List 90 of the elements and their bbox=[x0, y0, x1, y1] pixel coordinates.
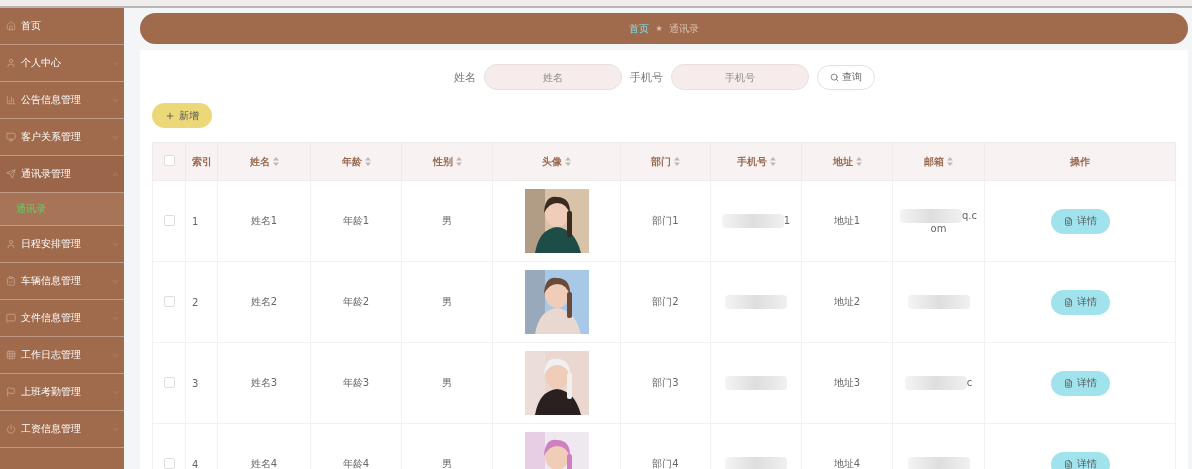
table-cell: 1 bbox=[192, 215, 199, 227]
column-header[interactable]: 地址 bbox=[801, 142, 893, 181]
home-icon bbox=[6, 21, 16, 31]
column-header[interactable]: 姓名 bbox=[217, 142, 311, 181]
column-header[interactable]: 性别 bbox=[401, 142, 493, 181]
document-icon bbox=[1063, 216, 1073, 226]
table-cell: 2 bbox=[192, 296, 199, 308]
table-cell: 年龄2 bbox=[342, 296, 370, 307]
search-field[interactable]: 手机号 bbox=[670, 64, 809, 90]
field-label: 姓名 bbox=[453, 69, 476, 85]
detail-button[interactable]: 详情 bbox=[1050, 370, 1110, 396]
breadcrumb-separator: ★ bbox=[655, 24, 663, 33]
checkbox[interactable] bbox=[163, 295, 175, 307]
sort-icon bbox=[565, 157, 571, 166]
add-button[interactable]: 新增 bbox=[152, 103, 212, 128]
table-cell: 地址4 bbox=[833, 458, 861, 469]
table-cell: 男 bbox=[442, 215, 452, 226]
table-cell: 部门3 bbox=[652, 377, 679, 388]
detail-button[interactable]: 详情 bbox=[1050, 208, 1110, 234]
column-header[interactable]: 邮箱 bbox=[892, 142, 985, 181]
bar-chart-icon bbox=[6, 95, 16, 105]
checkbox[interactable] bbox=[163, 376, 175, 388]
checkbox[interactable] bbox=[163, 214, 175, 226]
table-cell: q.c bbox=[962, 209, 977, 221]
redaction-blur bbox=[907, 457, 970, 469]
redaction-blur bbox=[725, 295, 787, 309]
breadcrumb-link[interactable]: 首页 bbox=[629, 21, 650, 36]
table-cell: 部门4 bbox=[652, 458, 679, 469]
sort-icon bbox=[272, 157, 279, 166]
table-cell: 部门1 bbox=[652, 215, 679, 226]
table-cell: 部门2 bbox=[652, 296, 679, 307]
table-cell: c bbox=[966, 377, 973, 388]
sort-icon bbox=[364, 157, 371, 166]
search-field[interactable]: 姓名 bbox=[483, 64, 622, 90]
user-icon bbox=[6, 58, 16, 68]
table-cell: 1 bbox=[783, 215, 791, 226]
table-cell: 男 bbox=[442, 296, 452, 307]
table-cell: 姓名3 bbox=[250, 377, 278, 388]
table-cell: 姓名1 bbox=[250, 215, 278, 226]
sort-icon bbox=[855, 157, 862, 166]
breadcrumb-link[interactable]: 通讯录 bbox=[668, 21, 699, 36]
table-cell: 男 bbox=[442, 377, 452, 388]
table-cell: 年龄1 bbox=[342, 215, 370, 226]
search-button[interactable]: 查询 bbox=[816, 64, 875, 90]
column-header[interactable]: 头像 bbox=[492, 142, 621, 181]
redaction-blur bbox=[725, 457, 787, 469]
table-cell: 4 bbox=[192, 458, 199, 469]
plus-icon bbox=[165, 110, 175, 121]
table-cell: 年龄4 bbox=[342, 458, 370, 469]
grid-icon bbox=[6, 350, 16, 360]
detail-button[interactable]: 详情 bbox=[1050, 451, 1110, 469]
table-cell: 年龄3 bbox=[342, 377, 370, 388]
redaction-blur bbox=[904, 376, 967, 390]
column-header[interactable]: 部门 bbox=[620, 142, 711, 181]
checkbox[interactable] bbox=[163, 155, 175, 166]
document-icon bbox=[1063, 459, 1073, 469]
redaction-blur bbox=[900, 208, 962, 223]
table-cell: 男 bbox=[442, 458, 452, 469]
table-cell: 3 bbox=[192, 377, 199, 389]
sort-icon bbox=[674, 157, 680, 166]
search-icon bbox=[829, 72, 839, 82]
field-label: 手机号 bbox=[629, 69, 663, 85]
table-cell: om bbox=[930, 222, 947, 234]
table-cell: 地址3 bbox=[833, 377, 861, 388]
sort-icon bbox=[769, 157, 776, 166]
redaction-blur bbox=[907, 295, 970, 309]
table-cell: 姓名4 bbox=[250, 458, 278, 469]
column-header: 操作 bbox=[984, 142, 1176, 181]
table-cell: 姓名2 bbox=[250, 296, 278, 307]
document-icon bbox=[1063, 297, 1073, 307]
table-cell: 地址2 bbox=[833, 296, 861, 307]
flag-icon bbox=[6, 387, 16, 397]
detail-button[interactable]: 详情 bbox=[1050, 289, 1110, 315]
sort-icon bbox=[947, 157, 953, 166]
clipboard-icon bbox=[6, 276, 16, 286]
send-icon bbox=[6, 169, 16, 179]
monitor-icon bbox=[6, 132, 16, 142]
checkbox[interactable] bbox=[163, 457, 175, 469]
document-icon bbox=[1063, 378, 1073, 388]
sidebar-item[interactable]: 通讯录管理 bbox=[0, 156, 124, 193]
redaction-blur bbox=[721, 214, 784, 228]
column-header[interactable]: 年龄 bbox=[310, 142, 402, 181]
user-icon bbox=[6, 239, 16, 249]
chat-icon bbox=[6, 313, 16, 323]
sort-icon bbox=[455, 157, 462, 166]
column-header: 索引 bbox=[185, 142, 218, 181]
table-cell: 地址1 bbox=[833, 215, 861, 226]
redaction-blur bbox=[725, 376, 787, 390]
column-header[interactable]: 手机号 bbox=[710, 142, 802, 181]
power-icon bbox=[6, 424, 16, 434]
